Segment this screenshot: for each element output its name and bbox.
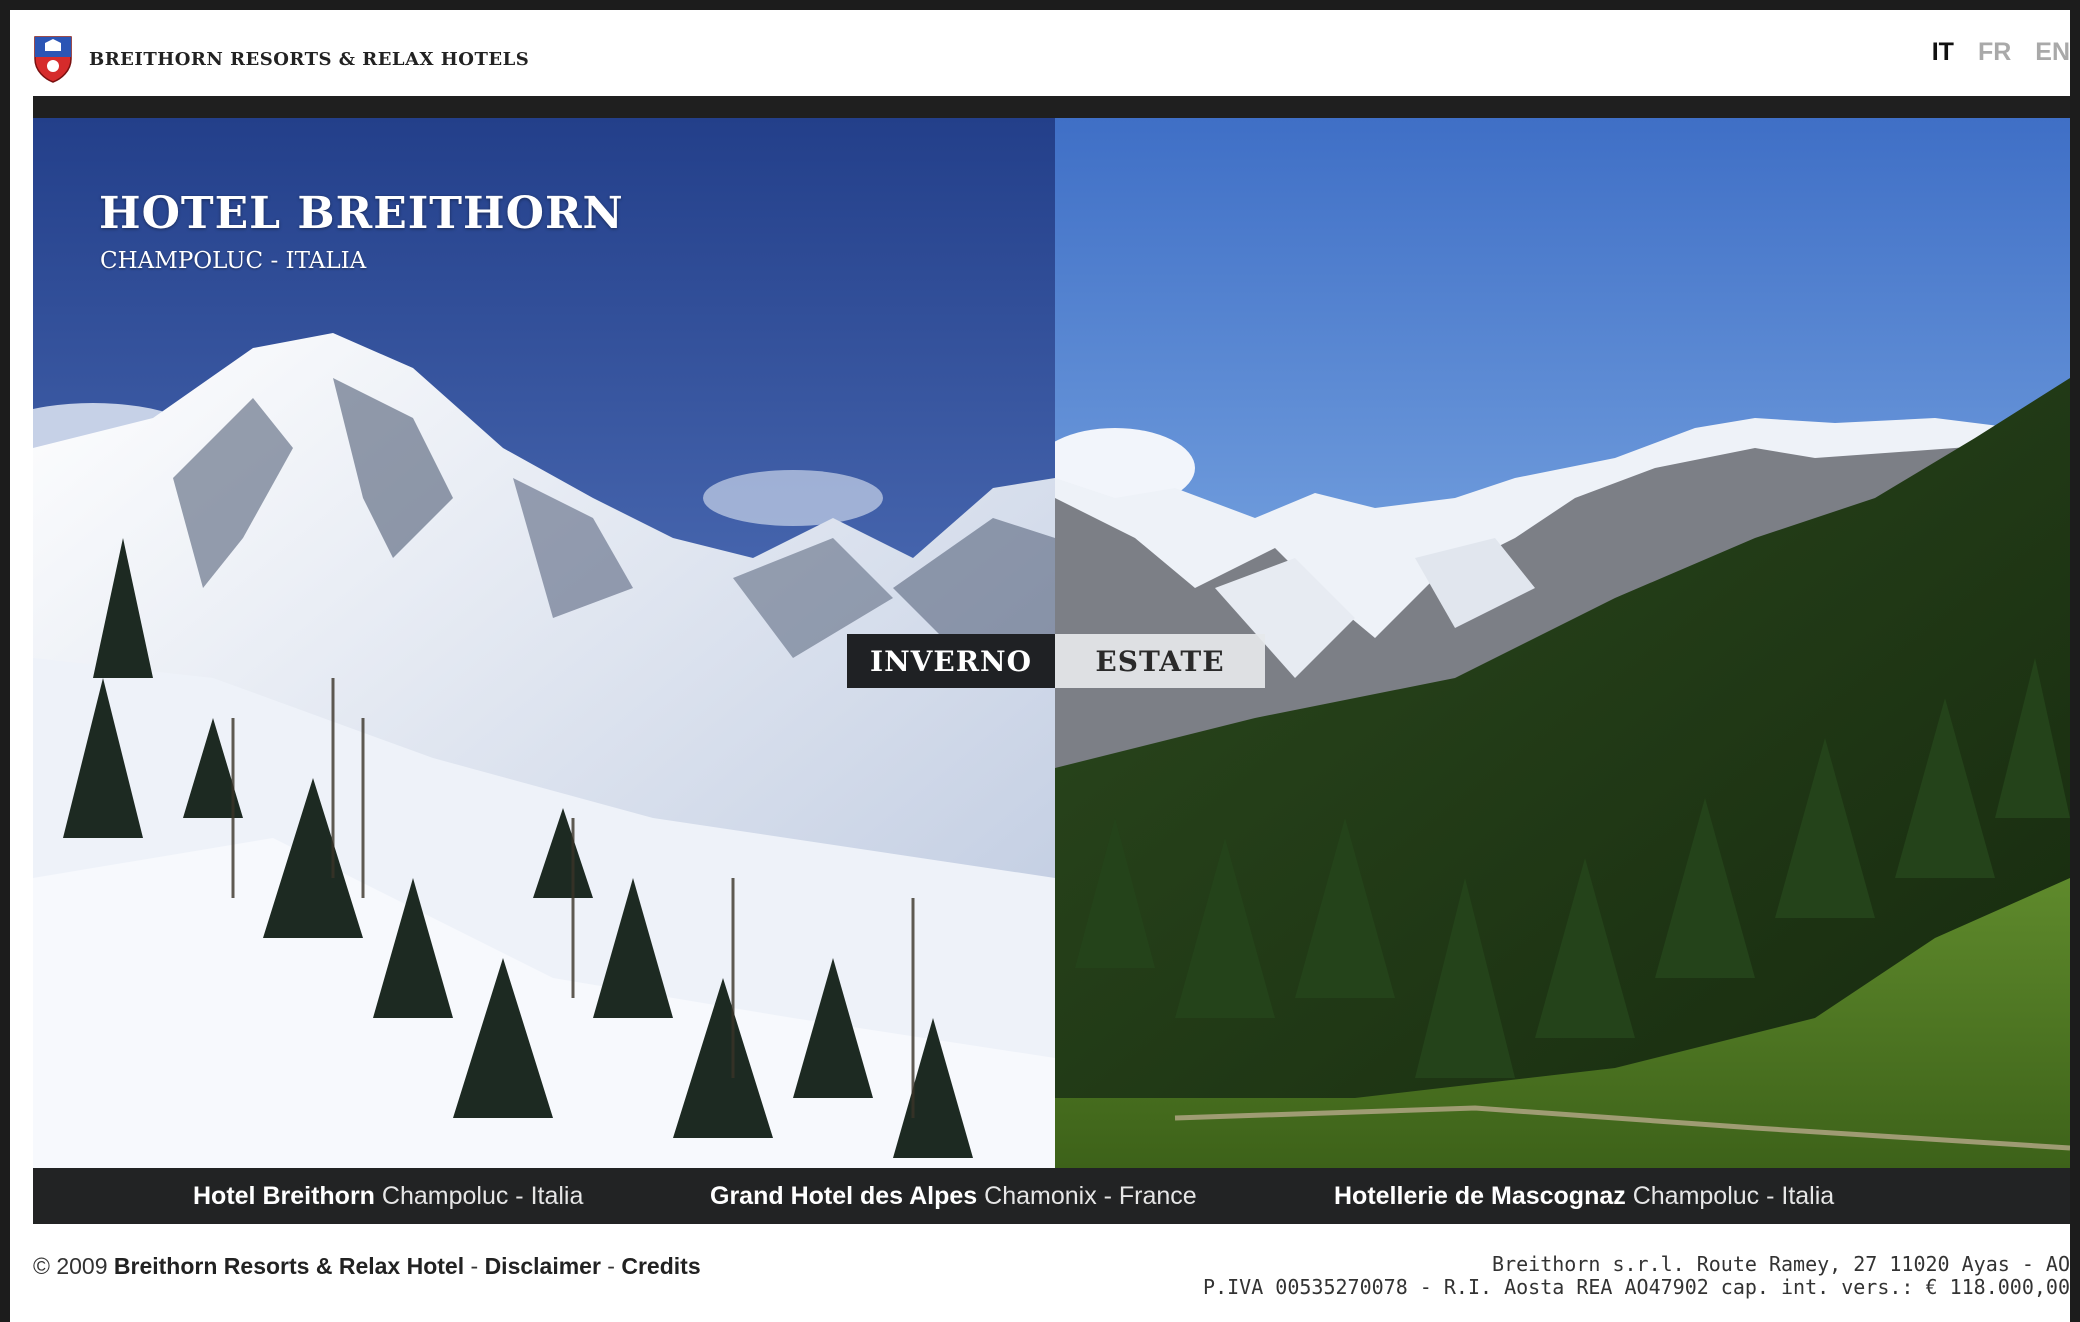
hotels-nav: Hotel Breithorn Champoluc - Italia Grand… bbox=[33, 1168, 2070, 1224]
window-frame-top bbox=[0, 0, 2080, 10]
language-switcher: IT FR EN bbox=[1932, 38, 2070, 67]
hotel-link-location: Champoluc - Italia bbox=[381, 1181, 584, 1210]
hotel-link-location: Champoluc - Italia bbox=[1632, 1181, 1835, 1210]
hotel-link-name: Grand Hotel des Alpes bbox=[710, 1181, 978, 1210]
lang-en[interactable]: EN bbox=[2035, 38, 2070, 67]
copyright: © 2009 bbox=[33, 1253, 108, 1279]
season-winter-button[interactable]: INVERNO bbox=[847, 634, 1055, 688]
company-vat: P.IVA 00535270078 - R.I. Aosta REA AO479… bbox=[1203, 1275, 2070, 1299]
footer-separator: - bbox=[600, 1253, 622, 1279]
shield-icon bbox=[34, 36, 72, 83]
brand-name: BREITHORN RESORTS & RELAX HOTELS bbox=[89, 48, 530, 70]
brand-logo-link[interactable]: BREITHORN RESORTS & RELAX HOTELS bbox=[33, 34, 529, 84]
hotel-link-mascognaz[interactable]: Hotellerie de Mascognaz Champoluc - Ital… bbox=[1334, 1182, 1834, 1211]
window-frame-right bbox=[2070, 0, 2080, 1322]
hero: HOTEL BREITHORN CHAMPOLUC - ITALIA INVER… bbox=[33, 118, 2070, 1168]
lang-fr[interactable]: FR bbox=[1978, 38, 2011, 67]
company-address: Breithorn s.r.l. Route Ramey, 27 11020 A… bbox=[1492, 1252, 2070, 1276]
footer-link-disclaimer[interactable]: Disclaimer bbox=[485, 1253, 601, 1279]
season-summer-button[interactable]: ESTATE bbox=[1055, 634, 1265, 688]
hotel-link-name: Hotel Breithorn bbox=[193, 1181, 375, 1210]
hotel-link-grand-hotel-des-alpes[interactable]: Grand Hotel des Alpes Chamonix - France bbox=[710, 1182, 1197, 1211]
footer-separator: - bbox=[464, 1253, 485, 1279]
hotel-link-name: Hotellerie de Mascognaz bbox=[1334, 1181, 1626, 1210]
window-frame-left bbox=[0, 0, 10, 1322]
lang-it[interactable]: IT bbox=[1932, 38, 1954, 67]
footer-link-breithorn[interactable]: Breithorn Resorts & Relax Hotel bbox=[114, 1253, 464, 1279]
footer-links: © 2009 Breithorn Resorts & Relax Hotel -… bbox=[33, 1253, 701, 1280]
hotel-link-breithorn[interactable]: Hotel Breithorn Champoluc - Italia bbox=[193, 1182, 583, 1211]
company-info: Breithorn s.r.l. Route Ramey, 27 11020 A… bbox=[1203, 1253, 2070, 1299]
hotel-link-location: Chamonix - France bbox=[984, 1181, 1197, 1210]
hotel-title: HOTEL BREITHORN bbox=[99, 188, 624, 239]
hotel-subtitle: CHAMPOLUC - ITALIA bbox=[100, 248, 367, 274]
top-divider-bar bbox=[33, 96, 2070, 118]
footer-link-credits[interactable]: Credits bbox=[621, 1253, 700, 1279]
